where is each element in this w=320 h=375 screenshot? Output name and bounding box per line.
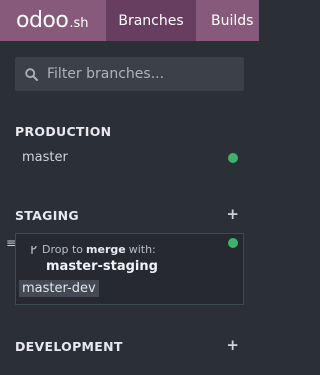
tab-builds-label: Builds bbox=[211, 12, 254, 29]
status-dot-green bbox=[228, 153, 238, 163]
tab-branches[interactable]: Branches bbox=[106, 0, 196, 41]
tab-branches-label: Branches bbox=[118, 12, 184, 29]
dragged-branch-item[interactable]: master-dev bbox=[19, 280, 99, 297]
drop-hint-suffix: with: bbox=[128, 243, 156, 256]
plus-icon[interactable]: + bbox=[226, 207, 239, 222]
plus-icon[interactable]: + bbox=[226, 338, 239, 353]
odoo-sh-logo[interactable]: odoo .sh bbox=[0, 0, 106, 41]
tab-builds[interactable]: Builds bbox=[196, 0, 259, 41]
drag-handle-icon[interactable]: ≡ bbox=[6, 236, 16, 250]
logo-suffix-text: .sh bbox=[69, 15, 89, 31]
drop-hint: Drop to merge with: bbox=[30, 243, 156, 256]
branch-filter-box[interactable] bbox=[15, 57, 244, 91]
search-icon bbox=[25, 67, 38, 81]
branch-item-master[interactable]: master bbox=[22, 150, 68, 165]
status-dot-green bbox=[228, 238, 238, 248]
merge-target-branch: master-staging bbox=[46, 259, 158, 274]
logo-main-text: odoo bbox=[16, 8, 69, 33]
top-navigation-bar: odoo .sh Branches Builds bbox=[0, 0, 259, 41]
section-title-development: DEVELOPMENT bbox=[15, 339, 123, 354]
merge-icon bbox=[31, 245, 37, 254]
search-input[interactable] bbox=[45, 65, 229, 83]
section-title-production: PRODUCTION bbox=[15, 124, 112, 139]
drop-hint-prefix: Drop to bbox=[42, 243, 84, 256]
section-title-staging: STAGING bbox=[15, 208, 79, 223]
drop-hint-action: merge bbox=[86, 243, 126, 256]
